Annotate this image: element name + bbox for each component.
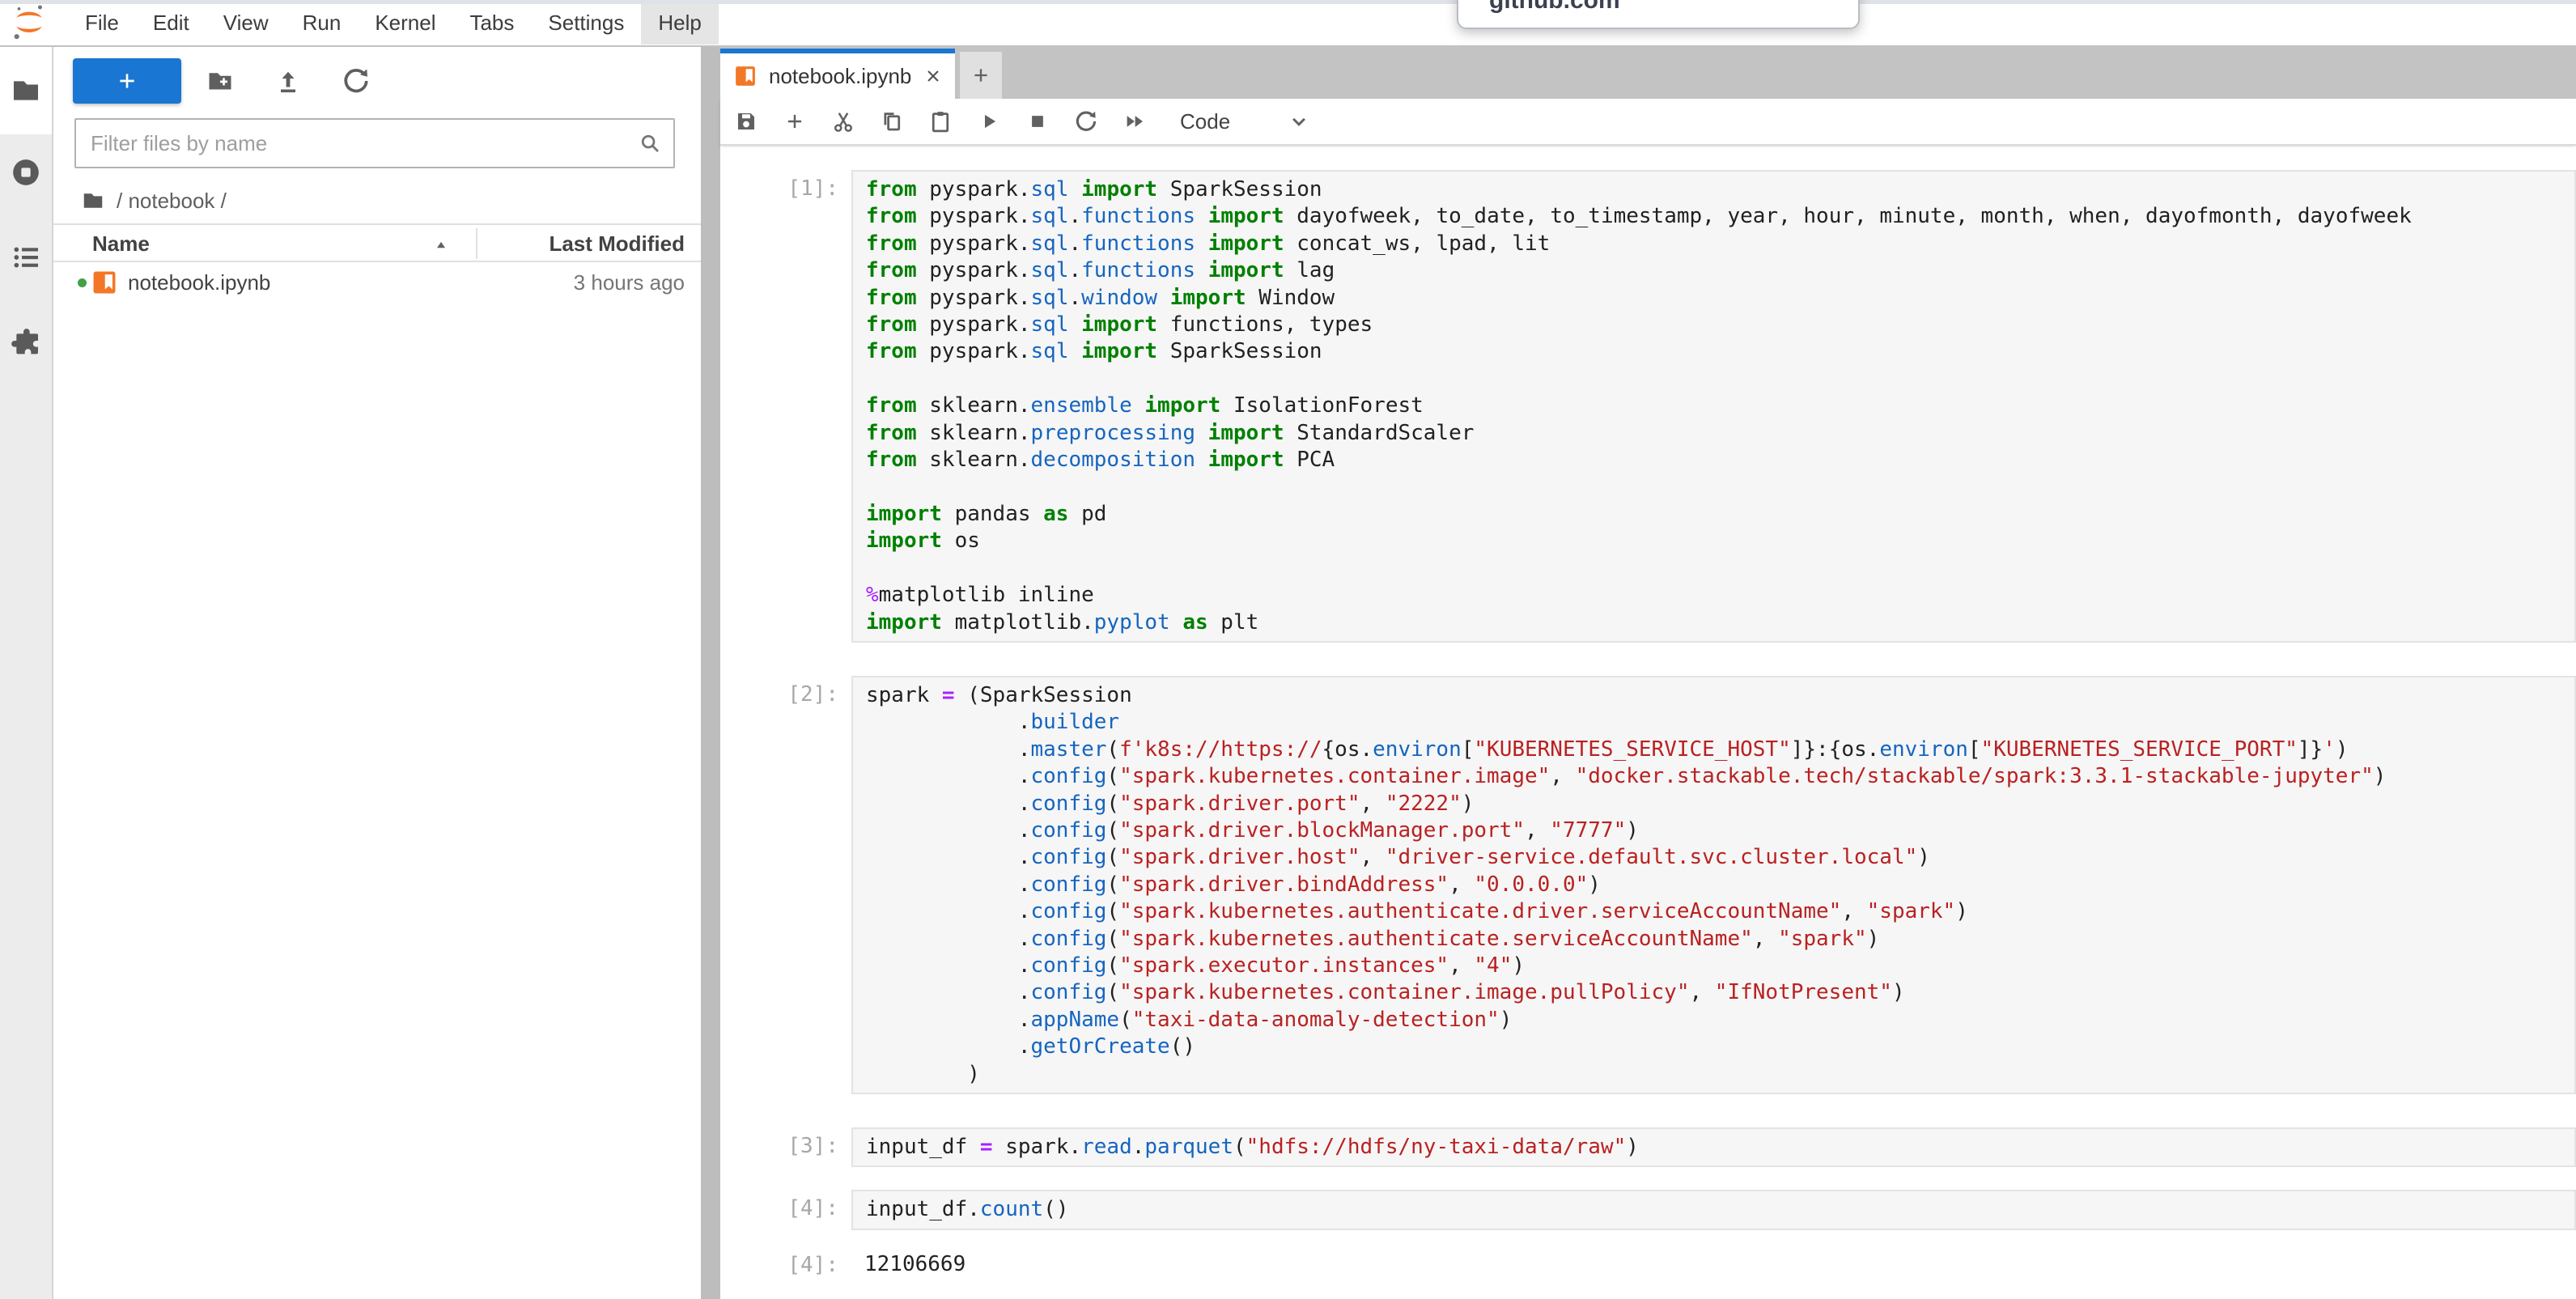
tab-notebook[interactable]: notebook.ipynb bbox=[720, 49, 955, 99]
plus-icon bbox=[970, 64, 992, 87]
insert-cell-button[interactable] bbox=[772, 100, 817, 142]
notebook-icon bbox=[91, 269, 118, 296]
upload-button[interactable] bbox=[267, 60, 309, 102]
save-button[interactable] bbox=[724, 100, 769, 142]
paste-icon bbox=[928, 109, 953, 134]
cell-output: 12106669 bbox=[851, 1246, 2576, 1283]
paste-cells-button[interactable] bbox=[918, 100, 963, 142]
filter-files-input[interactable] bbox=[76, 120, 673, 167]
column-header-name[interactable]: Name bbox=[92, 231, 150, 257]
file-browser-tab[interactable] bbox=[0, 47, 52, 134]
cut-cells-button[interactable] bbox=[821, 100, 866, 142]
panel-splitter[interactable] bbox=[701, 47, 720, 1299]
cut-icon bbox=[831, 109, 855, 134]
file-list-header: Name Last Modified bbox=[53, 223, 701, 262]
file-name: notebook.ipynb bbox=[128, 270, 270, 295]
puzzle-icon bbox=[10, 327, 42, 359]
menu-run[interactable]: Run bbox=[286, 1, 359, 45]
notebook-toolbar: Code bbox=[720, 99, 2576, 146]
new-folder-icon bbox=[206, 66, 235, 96]
code-cell: [3]:input_df = spark.read.parquet("hdfs:… bbox=[720, 1127, 2576, 1167]
tab-title: notebook.ipynb bbox=[769, 64, 911, 89]
running-sessions-tab[interactable] bbox=[0, 156, 52, 189]
stop-circle-icon bbox=[10, 156, 42, 189]
menu-help[interactable]: Help bbox=[641, 1, 718, 45]
extension-manager-tab[interactable] bbox=[0, 327, 52, 359]
file-row[interactable]: notebook.ipynb 3 hours ago bbox=[53, 262, 701, 303]
menu-tabs[interactable]: Tabs bbox=[452, 1, 531, 45]
breadcrumb-path: / notebook / bbox=[117, 189, 227, 214]
breadcrumb[interactable]: / notebook / bbox=[53, 183, 227, 219]
close-tab-icon[interactable] bbox=[923, 66, 944, 87]
fast-forward-icon bbox=[1122, 109, 1147, 134]
copy-icon bbox=[880, 109, 904, 134]
column-header-modified[interactable]: Last Modified bbox=[549, 231, 685, 257]
menu-file[interactable]: File bbox=[68, 1, 136, 45]
folder-icon bbox=[10, 74, 42, 107]
refresh-button[interactable] bbox=[335, 60, 377, 102]
output-row: [4]:12106669 bbox=[720, 1246, 2576, 1283]
notebook-cells-area: [1]:from pyspark.sql import SparkSession… bbox=[720, 147, 2576, 1299]
refresh-icon bbox=[342, 66, 371, 96]
notebook-file-icon bbox=[733, 64, 758, 88]
left-sidebar bbox=[0, 47, 53, 1299]
search-icon bbox=[638, 131, 662, 155]
file-browser-panel: / notebook / Name Last Modified notebook… bbox=[53, 47, 701, 1299]
save-icon bbox=[734, 109, 758, 134]
run-cell-button[interactable] bbox=[966, 100, 1012, 142]
menu-edit[interactable]: Edit bbox=[136, 1, 206, 45]
menu-kernel[interactable]: Kernel bbox=[358, 1, 452, 45]
browser-top-edge bbox=[0, 0, 2576, 4]
jupyter-logo-icon bbox=[8, 2, 50, 44]
cell-editor[interactable]: input_df = spark.read.parquet("hdfs://hd… bbox=[851, 1127, 2576, 1167]
list-icon bbox=[10, 241, 42, 274]
browser-popup: github.com bbox=[1457, 0, 1860, 29]
home-folder-icon bbox=[81, 189, 105, 213]
copy-cells-button[interactable] bbox=[869, 100, 915, 142]
new-tab-button[interactable] bbox=[960, 52, 1002, 99]
sort-ascending-icon bbox=[432, 236, 450, 254]
table-of-contents-tab[interactable] bbox=[0, 241, 52, 274]
plus-icon bbox=[783, 109, 807, 134]
cell-editor[interactable]: input_df.count() bbox=[851, 1190, 2576, 1229]
filter-box bbox=[74, 118, 675, 168]
input-prompt: [2]: bbox=[720, 676, 851, 1094]
running-kernel-dot bbox=[78, 278, 87, 287]
upload-icon bbox=[274, 66, 303, 96]
column-divider bbox=[476, 228, 477, 259]
menu-settings[interactable]: Settings bbox=[531, 1, 641, 45]
restart-kernel-button[interactable] bbox=[1063, 100, 1109, 142]
input-prompt: [4]: bbox=[720, 1190, 851, 1229]
restart-icon bbox=[1074, 109, 1098, 134]
file-browser-toolbar bbox=[53, 47, 701, 117]
main-dock-panel: notebook.ipynb Code [1]:from pyspark.sql… bbox=[720, 47, 2576, 1299]
new-folder-button[interactable] bbox=[199, 60, 241, 102]
new-launcher-button[interactable] bbox=[73, 58, 181, 104]
menu-items: FileEditViewRunKernelTabsSettingsHelp bbox=[68, 0, 719, 45]
file-modified: 3 hours ago bbox=[574, 270, 685, 295]
browser-popup-domain: github.com bbox=[1489, 0, 1620, 15]
input-prompt: [3]: bbox=[720, 1127, 851, 1167]
cell-editor[interactable]: spark = (SparkSession .builder .master(f… bbox=[851, 676, 2576, 1094]
cell-editor[interactable]: from pyspark.sql import SparkSession fro… bbox=[851, 170, 2576, 643]
chevron-down-icon[interactable] bbox=[1287, 109, 1311, 134]
plus-icon bbox=[114, 68, 140, 94]
cell-type-dropdown[interactable]: Code bbox=[1180, 109, 1230, 134]
interrupt-kernel-button[interactable] bbox=[1015, 100, 1060, 142]
code-cell: [4]:input_df.count() bbox=[720, 1190, 2576, 1229]
file-list: notebook.ipynb 3 hours ago bbox=[53, 262, 701, 303]
input-prompt: [1]: bbox=[720, 170, 851, 643]
dock-tab-bar: notebook.ipynb bbox=[720, 47, 2576, 99]
menu-view[interactable]: View bbox=[206, 1, 286, 45]
code-cell: [2]:spark = (SparkSession .builder .mast… bbox=[720, 676, 2576, 1094]
menu-bar: FileEditViewRunKernelTabsSettingsHelp bbox=[0, 0, 2576, 47]
output-prompt: [4]: bbox=[720, 1246, 851, 1283]
restart-run-all-button[interactable] bbox=[1112, 100, 1157, 142]
code-cell: [1]:from pyspark.sql import SparkSession… bbox=[720, 170, 2576, 643]
run-icon bbox=[977, 109, 1001, 134]
jupyterlab-window: github.com FileEditViewRunKernelTabsSett… bbox=[0, 0, 2576, 1299]
stop-icon bbox=[1025, 109, 1050, 134]
